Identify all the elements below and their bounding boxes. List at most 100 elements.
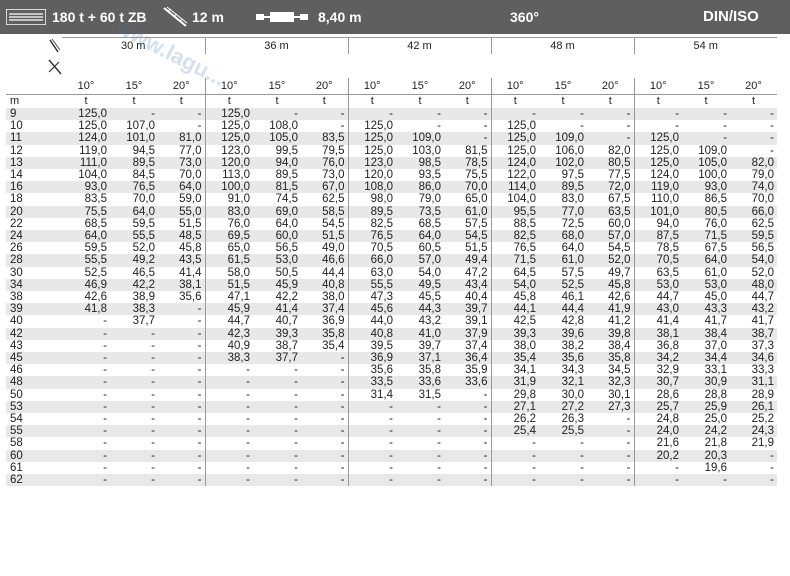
load-cell: 100,0 xyxy=(204,181,253,194)
load-cell: 119,0 xyxy=(62,144,110,157)
load-unit: t xyxy=(587,94,634,108)
load-cell: 76,0 xyxy=(204,217,253,231)
angle-cell: 20° xyxy=(730,78,777,95)
load-cell: 72,0 xyxy=(587,181,634,194)
load-cell: 63,5 xyxy=(633,266,682,279)
load-cell: 64,5 xyxy=(490,266,539,279)
load-cell: 65,0 xyxy=(444,193,491,206)
offset-angle-row: 10° 15° 20° 10° 15° 20° 10° 15° 20° 10° … xyxy=(6,78,777,95)
load-cell: - xyxy=(253,376,301,389)
load-cell: 61,5 xyxy=(204,254,253,267)
load-cell: - xyxy=(682,132,730,145)
radius-cell: 39 xyxy=(6,303,62,316)
load-cell: 123,0 xyxy=(347,156,396,170)
load-cell: 21,6 xyxy=(633,437,682,450)
load-cell: - xyxy=(253,474,301,487)
load-cell: 51,5 xyxy=(301,230,348,243)
load-cell: 45,9 xyxy=(204,303,253,316)
load-cell: 41,4 xyxy=(158,266,205,279)
load-cell: 44,4 xyxy=(539,303,587,316)
load-cell: 38,7 xyxy=(253,339,301,353)
load-cell: 32,1 xyxy=(539,376,587,389)
load-cell: 35,8 xyxy=(396,364,444,377)
load-cell: 77,5 xyxy=(587,169,634,182)
load-cell: 32,9 xyxy=(633,364,682,377)
load-cell: 25,2 xyxy=(730,413,777,426)
load-cell: 83,0 xyxy=(204,205,253,218)
load-cell: 38,3 xyxy=(204,352,253,365)
load-cell: - xyxy=(730,474,777,487)
load-cell: 61,0 xyxy=(682,266,730,279)
load-cell: 123,0 xyxy=(204,144,253,157)
load-cell: 106,0 xyxy=(539,144,587,157)
load-cell: 38,0 xyxy=(490,339,539,353)
load-cell: - xyxy=(204,437,253,450)
radius-cell: 13 xyxy=(6,156,62,170)
load-cell: - xyxy=(62,474,110,487)
load-cell: - xyxy=(158,327,205,340)
slew-label: 360° xyxy=(510,9,539,25)
table-row: 38 42,6 38,9 35,6 47,1 42,2 38,0 47,3 45,5 40,4 45… xyxy=(6,291,777,304)
load-cell: 71,5 xyxy=(490,254,539,267)
load-unit: t xyxy=(539,94,587,108)
load-cell: 32,3 xyxy=(587,376,634,389)
load-cell: - xyxy=(158,376,205,389)
load-cell: - xyxy=(301,437,348,450)
lattice-jib-icon xyxy=(163,6,188,27)
load-unit: t xyxy=(490,94,539,108)
load-cell: 64,0 xyxy=(158,181,205,194)
table-row: 18 83,5 70,0 59,0 91,0 74,5 62,5 98,0 79,0 65,0 10… xyxy=(6,193,777,206)
load-cell: 36,9 xyxy=(301,315,348,328)
load-cell: 43,3 xyxy=(682,303,730,316)
load-cell: - xyxy=(539,474,587,487)
load-cell: 52,5 xyxy=(539,278,587,292)
load-cell: 60,0 xyxy=(253,230,301,243)
load-cell: - xyxy=(444,474,491,487)
load-cell: 86,5 xyxy=(682,193,730,206)
load-cell: 55,0 xyxy=(158,205,205,218)
load-cell: 31,9 xyxy=(490,376,539,389)
load-cell: - xyxy=(587,474,634,487)
load-cell: - xyxy=(587,132,634,145)
load-cell: 93,5 xyxy=(396,169,444,182)
load-cell: 35,9 xyxy=(444,364,491,377)
load-cell: 70,5 xyxy=(347,242,396,255)
load-cell: 59,5 xyxy=(730,230,777,243)
load-cell: 87,5 xyxy=(633,230,682,243)
load-cell: 73,0 xyxy=(301,169,348,182)
load-cell: 102,0 xyxy=(539,156,587,170)
radius-cell: 55 xyxy=(6,425,62,438)
load-cell: 79,0 xyxy=(396,193,444,206)
load-cell: 54,0 xyxy=(490,278,539,292)
load-cell: 59,5 xyxy=(110,217,158,231)
load-cell: 38,1 xyxy=(633,327,682,340)
load-cell: 68,5 xyxy=(62,217,110,231)
radius-cell: 46 xyxy=(6,364,62,377)
load-cell: - xyxy=(396,449,444,462)
load-cell: 52,5 xyxy=(62,266,110,279)
load-unit: t xyxy=(444,94,491,108)
load-cell: - xyxy=(110,413,158,426)
load-cell: 30,0 xyxy=(539,388,587,401)
load-cell: 39,3 xyxy=(490,327,539,340)
load-unit: t xyxy=(730,94,777,108)
load-cell: 25,7 xyxy=(633,400,682,414)
load-cell: 63,0 xyxy=(347,266,396,279)
load-cell: 86,0 xyxy=(396,181,444,194)
load-cell: 37,1 xyxy=(396,352,444,365)
load-cell: - xyxy=(62,339,110,353)
load-cell: - xyxy=(444,437,491,450)
load-cell: 89,5 xyxy=(110,156,158,170)
load-cell: 34,3 xyxy=(539,364,587,377)
load-cell: 67,5 xyxy=(587,193,634,206)
load-cell: 54,5 xyxy=(301,217,348,231)
capacity-label: 180 t + 60 t ZB xyxy=(52,9,147,25)
load-cell: 52,0 xyxy=(110,242,158,255)
load-cell: 74,5 xyxy=(253,193,301,206)
load-cell: 54,0 xyxy=(396,266,444,279)
radius-cell: 26 xyxy=(6,242,62,255)
load-cell: - xyxy=(158,108,205,121)
table-row: 58- - - - - - - - - - - -21,6 21,8 21,9 xyxy=(6,437,777,450)
load-cell: 48,0 xyxy=(730,278,777,292)
load-cell: - xyxy=(110,339,158,353)
